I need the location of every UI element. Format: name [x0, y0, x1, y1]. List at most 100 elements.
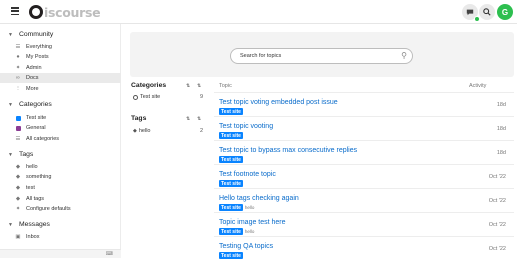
menu-icon[interactable] [11, 7, 19, 16]
sidebar-item-admin[interactable]: ✦ Admin [0, 63, 121, 73]
topic-row[interactable]: Topic image test here Test site hello Oc… [214, 212, 514, 236]
section-categories[interactable]: ▼ Categories [8, 101, 52, 108]
category-badge[interactable]: Test site [219, 180, 243, 187]
category-badge[interactable]: Test site [219, 132, 243, 139]
sort-alpha-icon[interactable]: ⇅ [186, 116, 190, 122]
tag-icon: ◆ [133, 128, 137, 134]
sort-alpha-icon[interactable]: ⇅ [186, 83, 190, 89]
topic-activity[interactable]: 18d [497, 126, 506, 132]
sidebar-item-label: hello [26, 164, 38, 170]
sidebar-item-label: Everything [26, 44, 52, 50]
section-messages[interactable]: ▼ Messages [8, 221, 50, 228]
chevron-down-icon: ▼ [8, 151, 13, 158]
tag-icon: ◆ [15, 185, 21, 191]
search-button[interactable] [479, 4, 495, 20]
wrench-icon: ✦ [15, 206, 21, 212]
topic-title[interactable]: Test topic vooting [219, 123, 273, 130]
chevron-down-icon: ▼ [8, 221, 13, 228]
topic-activity[interactable]: Oct '22 [489, 198, 506, 204]
topic-tag[interactable]: hello [245, 229, 255, 234]
sidebar-item-all-tags[interactable]: ◆ All tags [0, 194, 121, 204]
radio-icon [133, 94, 138, 100]
tag-filter-row[interactable]: ◆ hello [133, 128, 150, 134]
activity-column-header[interactable]: Activity [469, 83, 486, 89]
search-input[interactable]: Search for topics ⚲ [230, 48, 413, 64]
chevron-down-icon: ▼ [8, 101, 13, 108]
topic-row[interactable]: Test topic to bypass max consecutive rep… [214, 140, 514, 164]
sidebar-footer: ⌨ [0, 249, 121, 258]
section-messages-label: Messages [18, 221, 50, 228]
link-icon: ∞ [16, 75, 20, 81]
sidebar-item-configure-defaults[interactable]: ✦ Configure defaults [0, 204, 121, 214]
logo-mark [29, 5, 43, 19]
search-icon [483, 8, 491, 16]
topic-tag[interactable]: hello [245, 205, 255, 210]
site-logo[interactable]: iscourse [29, 4, 101, 20]
categories-filter-title: Categories [131, 82, 167, 89]
sidebar-item-general[interactable]: General [0, 123, 121, 133]
topic-title[interactable]: Hello tags checking again [219, 195, 299, 202]
category-badge[interactable]: Test site [219, 228, 243, 235]
category-filter-label: Test site [140, 94, 161, 100]
sidebar-item-label: All categories [26, 136, 60, 142]
sidebar-item-docs[interactable]: ∞ Docs [0, 73, 121, 83]
topic-activity[interactable]: 18d [497, 102, 506, 108]
tags-filter-title: Tags [131, 115, 147, 122]
topic-title[interactable]: Topic image test here [219, 219, 286, 226]
inbox-icon: ▣ [15, 234, 21, 240]
topic-title[interactable]: Test footnote topic [219, 171, 276, 178]
topic-title[interactable]: Test topic voting embedded post issue [219, 99, 338, 106]
sidebar-item-tag-something[interactable]: ◆ something [0, 172, 121, 182]
topic-row[interactable]: Hello tags checking again Test site hell… [214, 188, 514, 212]
wrench-icon: ✦ [15, 65, 21, 71]
section-tags[interactable]: ▼ Tags [8, 151, 33, 158]
section-tags-label: Tags [18, 151, 34, 158]
category-filter-row[interactable]: Test site [133, 94, 160, 100]
sidebar: ▼ Community ☰ Everything ● My Posts ✦ Ad… [0, 24, 121, 258]
search-banner: Search for topics ⚲ [130, 32, 514, 77]
category-badge[interactable]: Test site [219, 204, 243, 211]
user-avatar[interactable]: G [497, 4, 513, 20]
sidebar-item-everything[interactable]: ☰ Everything [0, 42, 121, 52]
topic-row[interactable]: Test topic voting embedded post issue Te… [214, 92, 514, 116]
sidebar-item-label: Configure defaults [26, 206, 71, 212]
category-color-swatch [15, 115, 21, 121]
topic-activity[interactable]: Oct '22 [489, 222, 506, 228]
topic-activity[interactable]: Oct '22 [489, 246, 506, 252]
category-badge[interactable]: Test site [219, 156, 243, 163]
search-icon[interactable]: ⚲ [401, 51, 407, 60]
tag-filter-count: 2 [200, 128, 204, 134]
sidebar-item-tag-hello[interactable]: ◆ hello [0, 162, 121, 172]
tags-icon: ◆ [15, 196, 21, 202]
topic-row[interactable]: Testing QA topics Test site Oct '22 [214, 236, 514, 260]
sort-count-icon[interactable]: ⇅ [197, 116, 201, 122]
keyboard-icon[interactable]: ⌨ [106, 251, 113, 257]
topic-activity[interactable]: 18d [497, 150, 506, 156]
chat-status-dot [474, 16, 480, 22]
sidebar-item-my-posts[interactable]: ● My Posts [0, 52, 121, 62]
sidebar-item-label: Test site [26, 115, 47, 121]
topic-row[interactable]: Test footnote topic Test site Oct '22 [214, 164, 514, 188]
sidebar-item-tag-test[interactable]: ◆ test [0, 183, 121, 193]
category-badge[interactable]: Test site [219, 108, 243, 115]
layers-icon: ☰ [15, 44, 21, 50]
chat-button[interactable] [462, 4, 480, 22]
sort-count-icon[interactable]: ⇅ [197, 83, 201, 89]
section-community[interactable]: ▼ Community [8, 31, 53, 38]
topic-activity[interactable]: Oct '22 [489, 174, 506, 180]
topic-column-header[interactable]: Topic [219, 83, 232, 89]
sidebar-item-inbox[interactable]: ▣ Inbox [0, 232, 121, 242]
sidebar-item-more[interactable]: ⋮ More [0, 84, 121, 94]
sidebar-item-label: Admin [26, 65, 42, 71]
sidebar-item-label: All tags [26, 196, 45, 202]
category-filter-count: 9 [200, 94, 204, 100]
topic-title[interactable]: Testing QA topics [219, 243, 273, 250]
sidebar-item-label: My Posts [26, 54, 49, 60]
topic-title[interactable]: Test topic to bypass max consecutive rep… [219, 147, 357, 154]
sidebar-item-test-site[interactable]: Test site [0, 113, 121, 123]
topic-row[interactable]: Test topic vooting Test site 18d [214, 116, 514, 140]
search-placeholder: Search for topics [240, 53, 282, 59]
sidebar-item-all-categories[interactable]: ☰ All categories [0, 134, 121, 144]
user-icon: ● [16, 54, 20, 60]
sidebar-item-label: test [26, 185, 35, 191]
